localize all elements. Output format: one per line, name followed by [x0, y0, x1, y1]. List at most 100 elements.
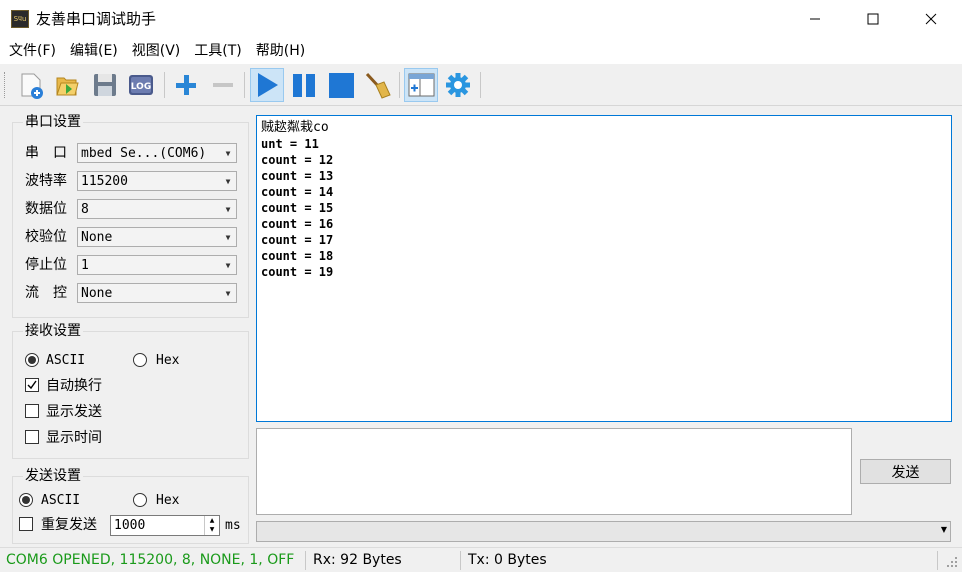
spin-down-icon[interactable]: ▼ [205, 525, 219, 534]
toolbar-grip[interactable] [4, 72, 7, 98]
send-textarea[interactable] [256, 428, 852, 515]
port-select[interactable]: mbed Se...(COM6) ▼ [77, 143, 237, 163]
menu-bar: 文件(F) 编辑(E) 视图(V) 工具(T) 帮助(H) [0, 38, 962, 64]
play-icon [258, 73, 278, 97]
receive-hex-label: Hex [156, 353, 180, 368]
databits-select[interactable]: 8 ▼ [77, 199, 237, 219]
baud-select[interactable]: 115200 ▼ [77, 171, 237, 191]
rx-count: Rx: 92 Bytes [313, 552, 402, 568]
stopbits-label: 停止位 [25, 257, 67, 273]
send-hex-label: Hex [156, 493, 180, 508]
flow-select[interactable]: None ▼ [77, 283, 237, 303]
send-settings-title: 发送设置 [23, 468, 83, 484]
menu-view[interactable]: 视图(V) [125, 38, 188, 64]
send-ascii-label: ASCII [41, 493, 81, 508]
new-session-button[interactable] [14, 68, 48, 102]
stop-icon [329, 73, 354, 98]
send-ascii-radio[interactable] [19, 493, 33, 507]
minimize-button[interactable] [786, 0, 844, 38]
chevron-down-icon: ▼ [225, 148, 231, 158]
status-divider [937, 551, 938, 570]
menu-help[interactable]: 帮助(H) [249, 38, 312, 64]
baud-value: 115200 [81, 173, 128, 189]
show-send-label: 显示发送 [46, 404, 102, 420]
maximize-button[interactable] [844, 0, 902, 38]
stopbits-select[interactable]: 1 ▼ [77, 255, 237, 275]
log-icon: LOG [129, 75, 153, 95]
menu-edit[interactable]: 编辑(E) [63, 38, 125, 64]
log-icon-label: LOG [131, 82, 151, 92]
remove-icon [213, 83, 233, 87]
receive-ascii-radio[interactable] [25, 353, 39, 367]
clear-button[interactable] [360, 68, 394, 102]
title-bar[interactable]: Sपu 友善串口调试助手 [0, 0, 962, 38]
receive-line: count = 18 [261, 249, 334, 263]
minimize-icon [810, 18, 820, 20]
show-time-checkbox[interactable] [25, 430, 39, 444]
auto-wrap-checkbox[interactable] [25, 378, 39, 392]
start-button[interactable] [250, 68, 284, 102]
send-button[interactable]: 发送 [860, 459, 951, 484]
interval-value: 1000 [114, 518, 146, 533]
toolbar: LOG [0, 64, 962, 106]
receive-textarea[interactable]: 贼趑粼栽co unt = 11 count = 12 count = 13 co… [256, 115, 952, 422]
interval-spinbox[interactable]: 1000 ▲ ▼ [110, 515, 220, 536]
window-title: 友善串口调试助手 [36, 10, 157, 28]
repeat-send-checkbox[interactable] [19, 517, 33, 531]
gear-icon [446, 73, 470, 97]
show-time-label: 显示时间 [46, 430, 102, 446]
add-button[interactable] [169, 68, 203, 102]
chevron-down-icon: ▼ [225, 232, 231, 242]
toolbar-separator [480, 72, 481, 98]
send-hex-radio[interactable] [133, 493, 147, 507]
chevron-down-icon: ▼ [225, 288, 231, 298]
remove-button[interactable] [206, 68, 240, 102]
parity-value: None [81, 229, 113, 245]
databits-value: 8 [81, 201, 89, 217]
serial-settings-title: 串口设置 [23, 114, 83, 130]
port-status: COM6 OPENED, 115200, 8, NONE, 1, OFF [6, 552, 295, 568]
add-window-icon [408, 73, 435, 97]
parity-select[interactable]: None ▼ [77, 227, 237, 247]
close-button[interactable] [902, 0, 960, 38]
save-icon [94, 74, 116, 96]
receive-settings-title: 接收设置 [23, 323, 83, 339]
receive-hex-radio[interactable] [133, 353, 147, 367]
receive-line: count = 16 [261, 217, 334, 231]
maximize-icon [867, 13, 879, 25]
send-history-select[interactable]: ▼ [256, 521, 951, 542]
chevron-down-icon: ▼ [940, 525, 947, 534]
menu-file[interactable]: 文件(F) [2, 38, 63, 64]
flow-label: 流 控 [25, 285, 67, 301]
spin-up-icon[interactable]: ▲ [205, 516, 219, 525]
add-window-button[interactable] [404, 68, 438, 102]
port-value: mbed Se...(COM6) [81, 145, 207, 161]
settings-button[interactable] [441, 68, 475, 102]
receive-line: count = 17 [261, 233, 334, 247]
chevron-down-icon: ▼ [225, 260, 231, 270]
pause-icon [293, 74, 315, 97]
app-icon: Sपu [11, 10, 29, 28]
status-divider [460, 551, 461, 570]
parity-label: 校验位 [25, 229, 67, 245]
show-send-checkbox[interactable] [25, 404, 39, 418]
chevron-down-icon: ▼ [225, 176, 231, 186]
port-label: 串 口 [25, 145, 67, 161]
clear-broom-icon [365, 72, 391, 99]
save-button[interactable] [88, 68, 122, 102]
resize-grip-icon[interactable] [946, 556, 958, 568]
stop-button[interactable] [324, 68, 358, 102]
interval-unit: ms [225, 518, 241, 533]
stopbits-value: 1 [81, 257, 89, 273]
receive-line: count = 13 [261, 169, 334, 183]
open-folder-icon [56, 77, 79, 96]
auto-wrap-label: 自动换行 [46, 378, 102, 394]
log-button[interactable]: LOG [124, 68, 158, 102]
spin-arrows[interactable]: ▲ ▼ [204, 516, 219, 535]
receive-line: 贼趑粼栽co [261, 120, 329, 135]
menu-tools[interactable]: 工具(T) [187, 38, 248, 64]
pause-button[interactable] [287, 68, 321, 102]
toolbar-separator [399, 72, 400, 98]
receive-line: count = 12 [261, 153, 334, 167]
open-button[interactable] [50, 68, 84, 102]
